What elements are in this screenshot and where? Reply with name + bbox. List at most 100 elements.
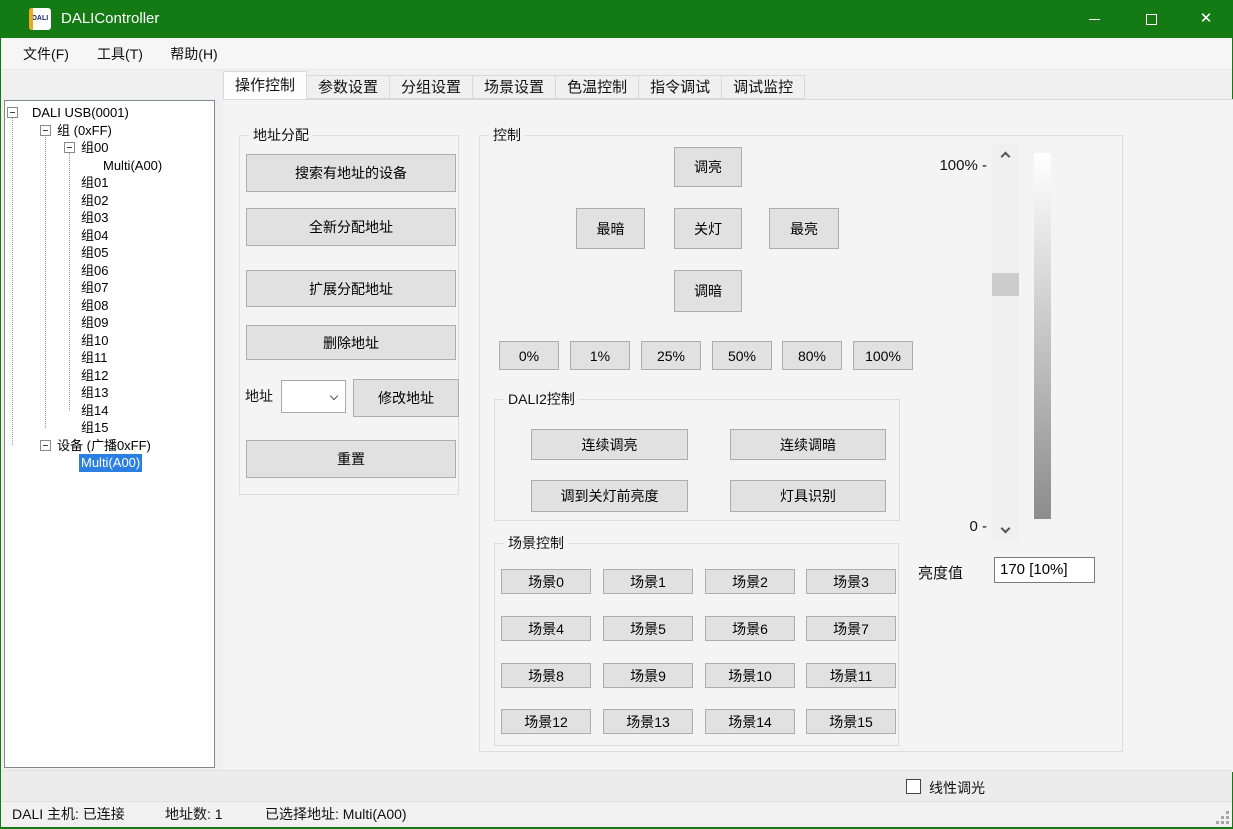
tab-5[interactable]: 指令调试: [638, 75, 722, 99]
scene-button-12[interactable]: 场景12: [501, 709, 591, 734]
tree-item[interactable]: 组15: [5, 419, 214, 437]
scene-button-10[interactable]: 场景10: [705, 663, 795, 688]
percent-button-1[interactable]: 1%: [570, 341, 630, 370]
percent-button-50[interactable]: 50%: [712, 341, 772, 370]
tree-item[interactable]: 组01: [5, 174, 214, 192]
collapse-icon[interactable]: [64, 142, 75, 153]
address-combobox[interactable]: [281, 380, 346, 413]
tree-item-label[interactable]: 组02: [79, 192, 110, 210]
tree-item-label[interactable]: 组07: [79, 279, 110, 297]
tree-item[interactable]: 组09: [5, 314, 214, 332]
tree-item[interactable]: Multi(A00): [5, 454, 214, 472]
recall-pre-off-level-button[interactable]: 调到关灯前亮度: [531, 480, 688, 512]
menu-tools[interactable]: 工具(T): [91, 38, 149, 70]
tree-item-label[interactable]: 组15: [79, 419, 110, 437]
tree-item-label[interactable]: 组04: [79, 227, 110, 245]
menu-file[interactable]: 文件(F): [17, 38, 75, 70]
scene-button-5[interactable]: 场景5: [603, 616, 693, 641]
tree-item-label[interactable]: 组10: [79, 332, 110, 350]
scene-button-9[interactable]: 场景9: [603, 663, 693, 688]
luminaire-identify-button[interactable]: 灯具识别: [730, 480, 886, 512]
tree-item[interactable]: 组03: [5, 209, 214, 227]
tree-item[interactable]: 组02: [5, 192, 214, 210]
scene-button-11[interactable]: 场景11: [806, 663, 896, 688]
collapse-icon[interactable]: [40, 440, 51, 451]
tree-item-label[interactable]: 组01: [79, 174, 110, 192]
tree-item-label[interactable]: 组06: [79, 262, 110, 280]
tree-item[interactable]: 组04: [5, 227, 214, 245]
menu-help[interactable]: 帮助(H): [165, 38, 223, 70]
dimmest-button[interactable]: 最暗: [576, 208, 645, 249]
tree-item[interactable]: 组10: [5, 332, 214, 350]
assign-new-addresses-button[interactable]: 全新分配地址: [246, 208, 456, 246]
tree-item[interactable]: 组14: [5, 402, 214, 420]
scene-button-1[interactable]: 场景1: [603, 569, 693, 594]
tab-2[interactable]: 分组设置: [389, 75, 473, 99]
tree-item[interactable]: DALI USB(0001): [5, 104, 214, 122]
tab-1[interactable]: 参数设置: [306, 75, 390, 99]
tree-item-label[interactable]: 组14: [79, 402, 110, 420]
scene-button-6[interactable]: 场景6: [705, 616, 795, 641]
scroll-up-icon[interactable]: [1001, 152, 1011, 162]
tree-item-label[interactable]: 设备 (广播0xFF): [55, 437, 153, 455]
close-button[interactable]: ✕: [1180, 0, 1232, 38]
resize-grip[interactable]: [1216, 811, 1219, 814]
tab-3[interactable]: 场景设置: [472, 75, 556, 99]
percent-button-25[interactable]: 25%: [641, 341, 701, 370]
minimize-button[interactable]: [1066, 0, 1123, 38]
brightness-scrollbar[interactable]: [992, 144, 1019, 541]
device-tree[interactable]: DALI USB(0001)组 (0xFF)组00Multi(A00)组01组0…: [4, 100, 215, 768]
tree-item-label[interactable]: 组12: [79, 367, 110, 385]
scrollbar-thumb[interactable]: [992, 273, 1019, 296]
brighten-button[interactable]: 调亮: [674, 147, 742, 187]
delete-address-button[interactable]: 删除地址: [246, 325, 456, 360]
light-off-button[interactable]: 关灯: [674, 208, 742, 249]
scene-button-3[interactable]: 场景3: [806, 569, 896, 594]
tab-0[interactable]: 操作控制: [223, 71, 307, 99]
scroll-down-icon[interactable]: [1001, 524, 1011, 534]
tree-item[interactable]: 组07: [5, 279, 214, 297]
scene-button-2[interactable]: 场景2: [705, 569, 795, 594]
tree-item-label[interactable]: DALI USB(0001): [30, 104, 131, 122]
tree-item[interactable]: 组11: [5, 349, 214, 367]
brightest-button[interactable]: 最亮: [769, 208, 839, 249]
tree-item[interactable]: 设备 (广播0xFF): [5, 437, 214, 455]
scene-button-15[interactable]: 场景15: [806, 709, 896, 734]
tree-item-label[interactable]: 组08: [79, 297, 110, 315]
tree-item-label[interactable]: Multi(A00): [101, 157, 164, 175]
tree-item[interactable]: 组00: [5, 139, 214, 157]
modify-address-button[interactable]: 修改地址: [353, 379, 459, 417]
scene-button-7[interactable]: 场景7: [806, 616, 896, 641]
scene-button-8[interactable]: 场景8: [501, 663, 591, 688]
tree-item[interactable]: 组05: [5, 244, 214, 262]
tree-item[interactable]: 组13: [5, 384, 214, 402]
scene-button-13[interactable]: 场景13: [603, 709, 693, 734]
linear-dimming-checkbox[interactable]: [906, 779, 921, 794]
percent-button-80[interactable]: 80%: [782, 341, 842, 370]
percent-button-100[interactable]: 100%: [853, 341, 913, 370]
tab-6[interactable]: 调试监控: [721, 75, 805, 99]
tree-item-label[interactable]: 组09: [79, 314, 110, 332]
tree-item-label[interactable]: Multi(A00): [79, 454, 142, 472]
tree-item-label[interactable]: 组 (0xFF): [55, 122, 114, 140]
extend-assign-addresses-button[interactable]: 扩展分配地址: [246, 270, 456, 307]
title-bar[interactable]: DALI DALIController ✕: [1, 0, 1232, 38]
reset-button[interactable]: 重置: [246, 440, 456, 478]
percent-button-0[interactable]: 0%: [499, 341, 559, 370]
tree-item[interactable]: 组06: [5, 262, 214, 280]
scene-button-0[interactable]: 场景0: [501, 569, 591, 594]
collapse-icon[interactable]: [40, 125, 51, 136]
tree-item[interactable]: 组08: [5, 297, 214, 315]
tree-item[interactable]: 组12: [5, 367, 214, 385]
tree-item[interactable]: Multi(A00): [5, 157, 214, 175]
tree-item-label[interactable]: 组11: [79, 349, 110, 367]
collapse-icon[interactable]: [7, 107, 18, 118]
tree-item-label[interactable]: 组05: [79, 244, 110, 262]
tree-item-label[interactable]: 组00: [79, 139, 110, 157]
tree-item-label[interactable]: 组13: [79, 384, 110, 402]
maximize-button[interactable]: [1123, 0, 1180, 38]
scene-button-4[interactable]: 场景4: [501, 616, 591, 641]
continuous-brighten-button[interactable]: 连续调亮: [531, 429, 688, 460]
brightness-value-field[interactable]: 170 [10%]: [994, 557, 1095, 583]
search-addressed-devices-button[interactable]: 搜索有地址的设备: [246, 154, 456, 192]
